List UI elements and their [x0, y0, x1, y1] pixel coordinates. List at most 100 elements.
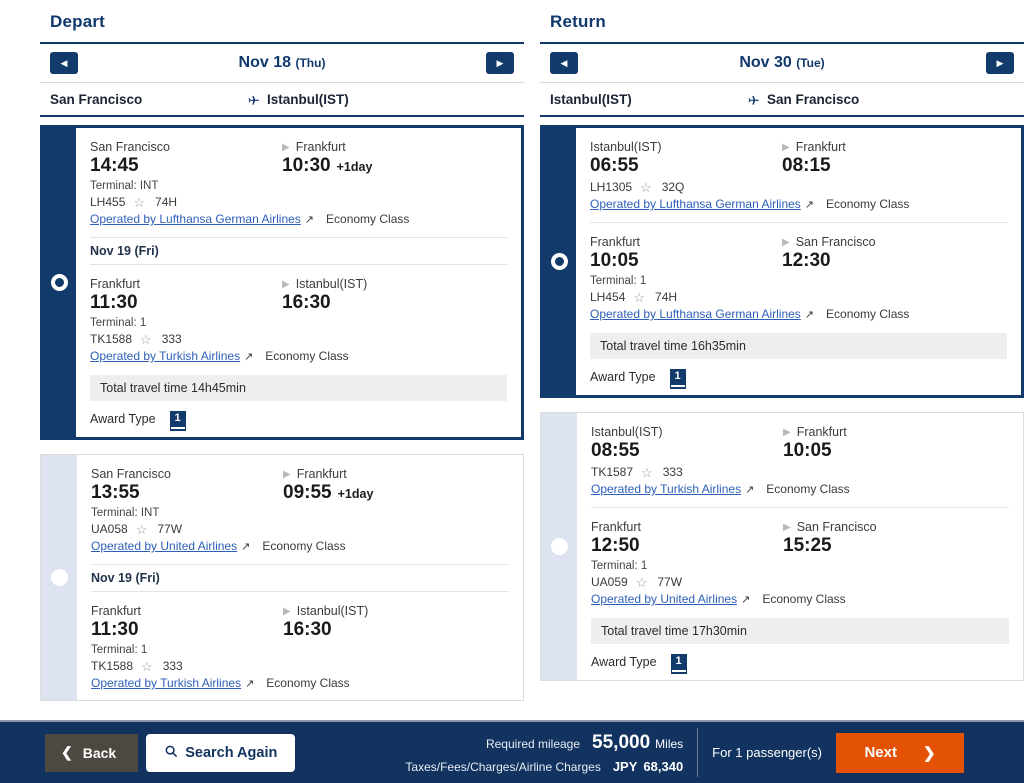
leg-arrival-city: Frankfurt [296, 140, 346, 154]
leg-plus-day: +1day [337, 160, 373, 174]
required-mileage-row: Required mileage 55,000 Miles [405, 728, 683, 757]
leg-arrival-city: San Francisco [796, 235, 876, 249]
leg-operator-link[interactable]: Operated by Lufthansa German Airlines [590, 197, 801, 211]
next-button[interactable]: Next ❯ [836, 733, 964, 773]
award-type-label: Award Type [590, 370, 656, 384]
chevron-left-icon: ❮ [61, 744, 73, 761]
star-icon: ☆ [141, 660, 153, 673]
leg-departure-city: Istanbul(IST) [591, 425, 783, 439]
leg-cabin-class: Economy Class [826, 307, 909, 321]
leg-times: 08:55 10:05 [591, 440, 1009, 462]
return-option-2-leg-2: Frankfurt ▶ San Francisco 12:50 15:25 [591, 507, 1009, 606]
return-option-2-radio-rail[interactable] [541, 413, 577, 680]
depart-option-2[interactable]: San Francisco ▶ Frankfurt 13:55 09:55 +1… [40, 454, 524, 701]
leg-arrival-time: 16:30 [283, 619, 332, 641]
leg-flight-number: LH454 [590, 290, 625, 304]
depart-option-1-leg-1: San Francisco ▶ Frankfurt 14:45 10:30 +1… [90, 128, 507, 226]
leg-equipment: 74H [155, 195, 177, 209]
back-button[interactable]: ❮ Back [45, 734, 138, 772]
leg-arrival-city-wrap: ▶ Istanbul(IST) [282, 277, 367, 291]
return-option-1-body: Istanbul(IST) ▶ Frankfurt 06:55 08:15 [576, 128, 1021, 395]
search-again-button[interactable]: Search Again [146, 734, 295, 772]
leg-equipment: 77W [157, 522, 182, 536]
leg-arrival-city-wrap: ▶ Frankfurt [283, 467, 347, 481]
leg-cities: Frankfurt ▶ Istanbul(IST) [90, 277, 507, 291]
leg-terminal: Terminal: 1 [91, 644, 509, 656]
leg-operator-link[interactable]: Operated by Turkish Airlines [91, 676, 241, 690]
award-type-badge[interactable]: 1 [170, 411, 186, 427]
depart-prev-day-button[interactable]: ◀ [50, 52, 78, 74]
leg-operator-link[interactable]: Operated by United Airlines [91, 539, 237, 553]
return-option-1-radio-rail[interactable] [543, 128, 576, 395]
leg-departure-time: 10:05 [590, 250, 782, 272]
depart-date-text: Nov 18 [239, 54, 291, 71]
return-option-2-leg-1: Istanbul(IST) ▶ Frankfurt 08:55 10:05 [591, 413, 1009, 496]
depart-option-1-radio-rail[interactable] [43, 128, 76, 437]
award-type-badge[interactable]: 1 [671, 654, 687, 670]
leg-cabin-class: Economy Class [265, 349, 348, 363]
leg-times: 13:55 09:55 +1day [91, 482, 509, 504]
leg-arrival-time: 12:30 [782, 250, 831, 272]
return-option-1-award: Award Type 1 [590, 369, 1007, 385]
leg-operator-row: Operated by Lufthansa German Airlines ↗︎… [90, 212, 507, 226]
return-column-title: Return [540, 0, 1024, 42]
leg-times: 14:45 10:30 +1day [90, 155, 507, 177]
return-prev-day-button[interactable]: ◀ [550, 52, 578, 74]
depart-option-1-award: Award Type 1 [90, 411, 507, 427]
star-icon: ☆ [641, 466, 653, 479]
award-type-badge[interactable]: 1 [670, 369, 686, 385]
leg-departure-time: 14:45 [90, 155, 282, 177]
leg-arrival-city: Frankfurt [796, 140, 846, 154]
leg-operator-link[interactable]: Operated by Lufthansa German Airlines [590, 307, 801, 321]
leg-operator-row: Operated by United Airlines ↗︎ Economy C… [91, 539, 509, 553]
return-option-2[interactable]: Istanbul(IST) ▶ Frankfurt 08:55 10:05 [540, 412, 1024, 681]
leg-equipment: 32Q [662, 180, 685, 194]
star-icon: ☆ [640, 181, 652, 194]
leg-flight-line: TK1588 ☆ 333 [91, 659, 509, 673]
external-link-icon: ↗︎ [805, 198, 814, 211]
leg-cabin-class: Economy Class [762, 592, 845, 606]
back-button-label: Back [83, 745, 116, 761]
leg-cities: Frankfurt ▶ Istanbul(IST) [91, 604, 509, 618]
depart-option-2-radio-rail[interactable] [41, 455, 77, 700]
leg-operator-row: Operated by Lufthansa German Airlines ↗︎… [590, 197, 1007, 211]
leg-operator-link[interactable]: Operated by United Airlines [591, 592, 737, 606]
depart-option-1-radio[interactable] [51, 274, 68, 291]
leg-flight-line: LH454 ☆ 74H [590, 290, 1007, 304]
return-option-1[interactable]: Istanbul(IST) ▶ Frankfurt 06:55 08:15 [540, 125, 1024, 398]
return-option-2-radio[interactable] [551, 538, 568, 555]
depart-next-day-button[interactable]: ▶ [486, 52, 514, 74]
leg-flight-line: UA059 ☆ 77W [591, 575, 1009, 589]
leg-equipment: 333 [162, 332, 182, 346]
leg-arrival-city-wrap: ▶ San Francisco [783, 520, 877, 534]
leg-departure-time: 11:30 [90, 292, 282, 314]
external-link-icon: ↗︎ [241, 540, 250, 553]
leg-cities: San Francisco ▶ Frankfurt [91, 467, 509, 481]
leg-departure-city: Istanbul(IST) [590, 140, 782, 154]
leg-operator-link[interactable]: Operated by Turkish Airlines [90, 349, 240, 363]
external-link-icon: ↗︎ [745, 483, 754, 496]
depart-option-1-body: San Francisco ▶ Frankfurt 14:45 10:30 +1… [76, 128, 521, 437]
depart-option-2-radio[interactable] [51, 569, 68, 586]
leg-flight-number: UA059 [591, 575, 628, 589]
depart-option-1[interactable]: San Francisco ▶ Frankfurt 14:45 10:30 +1… [40, 125, 524, 440]
leg-departure-time: 08:55 [591, 440, 783, 462]
arrow-right-icon: ▶ [783, 522, 791, 533]
leg-departure-time: 06:55 [590, 155, 782, 177]
leg-arrival-time: 10:05 [783, 440, 832, 462]
required-mileage-value: 55,000 [592, 728, 650, 757]
depart-route: San Francisco Istanbul(IST) [40, 83, 524, 117]
leg-operator-link[interactable]: Operated by Turkish Airlines [591, 482, 741, 496]
return-option-1-radio[interactable] [551, 253, 568, 270]
award-type-label: Award Type [591, 655, 657, 669]
star-icon: ☆ [136, 523, 148, 536]
return-next-day-button[interactable]: ▶ [986, 52, 1014, 74]
leg-operator-link[interactable]: Operated by Lufthansa German Airlines [90, 212, 301, 226]
leg-arrival-city-wrap: ▶ San Francisco [782, 235, 876, 249]
flight-award-booking-page: Depart ◀ Nov 18 (Thu) ▶ San Francisco Is… [0, 0, 1024, 783]
return-day-of-week: (Tue) [796, 56, 824, 70]
arrow-right-icon: ▶ [282, 279, 290, 290]
leg-flight-number: LH1305 [590, 180, 632, 194]
depart-destination-wrap: Istanbul(IST) [245, 92, 349, 107]
leg-departure-time: 13:55 [91, 482, 283, 504]
